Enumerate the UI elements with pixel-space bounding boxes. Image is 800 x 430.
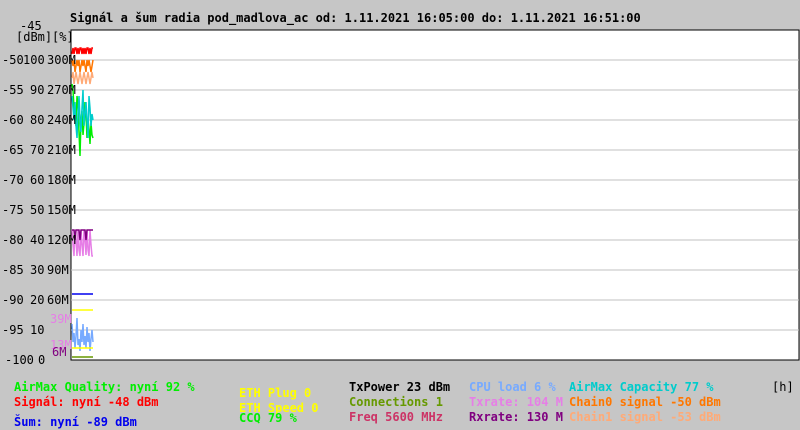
legend-item: Rxrate: 130 M: [469, 410, 563, 424]
y-tick-pct: 20: [30, 293, 45, 307]
x-label: [h]: [772, 380, 794, 394]
y-tick-dbm: -80: [2, 233, 24, 247]
y-tick-pct: 0: [38, 353, 46, 367]
y-tick-pct: 10: [30, 323, 45, 337]
y-tick-rate: 210M: [47, 143, 76, 157]
y-tick-dbm: -55: [2, 83, 24, 97]
y-tick-dbm: -85: [2, 263, 24, 277]
y-tick-dbm: -60: [2, 113, 24, 127]
chart-root: Signál a šum radia pod_madlova_ac od: 1.…: [0, 0, 800, 430]
y-tick-rate-extra: 39M: [50, 312, 72, 326]
y-tick-dbm: -90: [2, 293, 24, 307]
y-tick-dbm: -95: [2, 323, 24, 337]
plot-area: [70, 29, 800, 361]
y-tick-pct: 90: [30, 83, 45, 97]
legend-item: CCQ 79 %: [239, 411, 297, 425]
y-tick-rate: 150M: [47, 203, 76, 217]
y-tick-pct: 80: [30, 113, 45, 127]
y-tick-dbm: -45: [20, 19, 42, 33]
y-tick-pct: 100: [23, 53, 45, 67]
legend-item: AirMax Quality: nyní 92 %: [14, 380, 195, 394]
y-tick-rate: 300M: [47, 53, 76, 67]
y-tick-dbm: -70: [2, 173, 24, 187]
legend-item: TxPower 23 dBm: [349, 380, 451, 394]
legend-item: Freq 5600 MHz: [349, 410, 443, 424]
legend-item: Txrate: 104 M: [469, 395, 563, 409]
legend-item: Connections 1: [349, 395, 443, 409]
legend-item: ETH Plug 0: [239, 386, 312, 400]
y-tick-rate: 120M: [47, 233, 76, 247]
legend-item: Signál: nyní -48 dBm: [14, 395, 159, 409]
chart-title: Signál a šum radia pod_madlova_ac od: 1.…: [70, 11, 641, 25]
y-tick-dbm: -65: [2, 143, 24, 157]
legend-item: Chain0 signal -50 dBm: [569, 395, 721, 409]
y-label-pct: [%]: [52, 30, 74, 44]
y-tick-rate: 90M: [47, 263, 69, 277]
y-tick-rate: 240M: [47, 113, 76, 127]
legend-item: CPU load 6 %: [469, 380, 556, 394]
y-tick-pct: 30: [30, 263, 45, 277]
y-tick-dbm: -100: [5, 353, 34, 367]
y-tick-pct: 50: [30, 203, 45, 217]
chart-svg: [70, 29, 800, 361]
y-tick-rate-extra: 6M: [52, 345, 67, 359]
legend-item: Šum: nyní -89 dBm: [14, 415, 137, 429]
legend-item: AirMax Capacity 77 %: [569, 380, 714, 394]
legend-item: Chain1 signal -53 dBm: [569, 410, 721, 424]
y-tick-pct: 60: [30, 173, 45, 187]
y-tick-rate: 180M: [47, 173, 76, 187]
y-tick-dbm: -75: [2, 203, 24, 217]
y-tick-rate: 60M: [47, 293, 69, 307]
y-tick-pct: 40: [30, 233, 45, 247]
y-tick-dbm: -50: [2, 53, 24, 67]
y-tick-pct: 70: [30, 143, 45, 157]
y-tick-rate: 270M: [47, 83, 76, 97]
